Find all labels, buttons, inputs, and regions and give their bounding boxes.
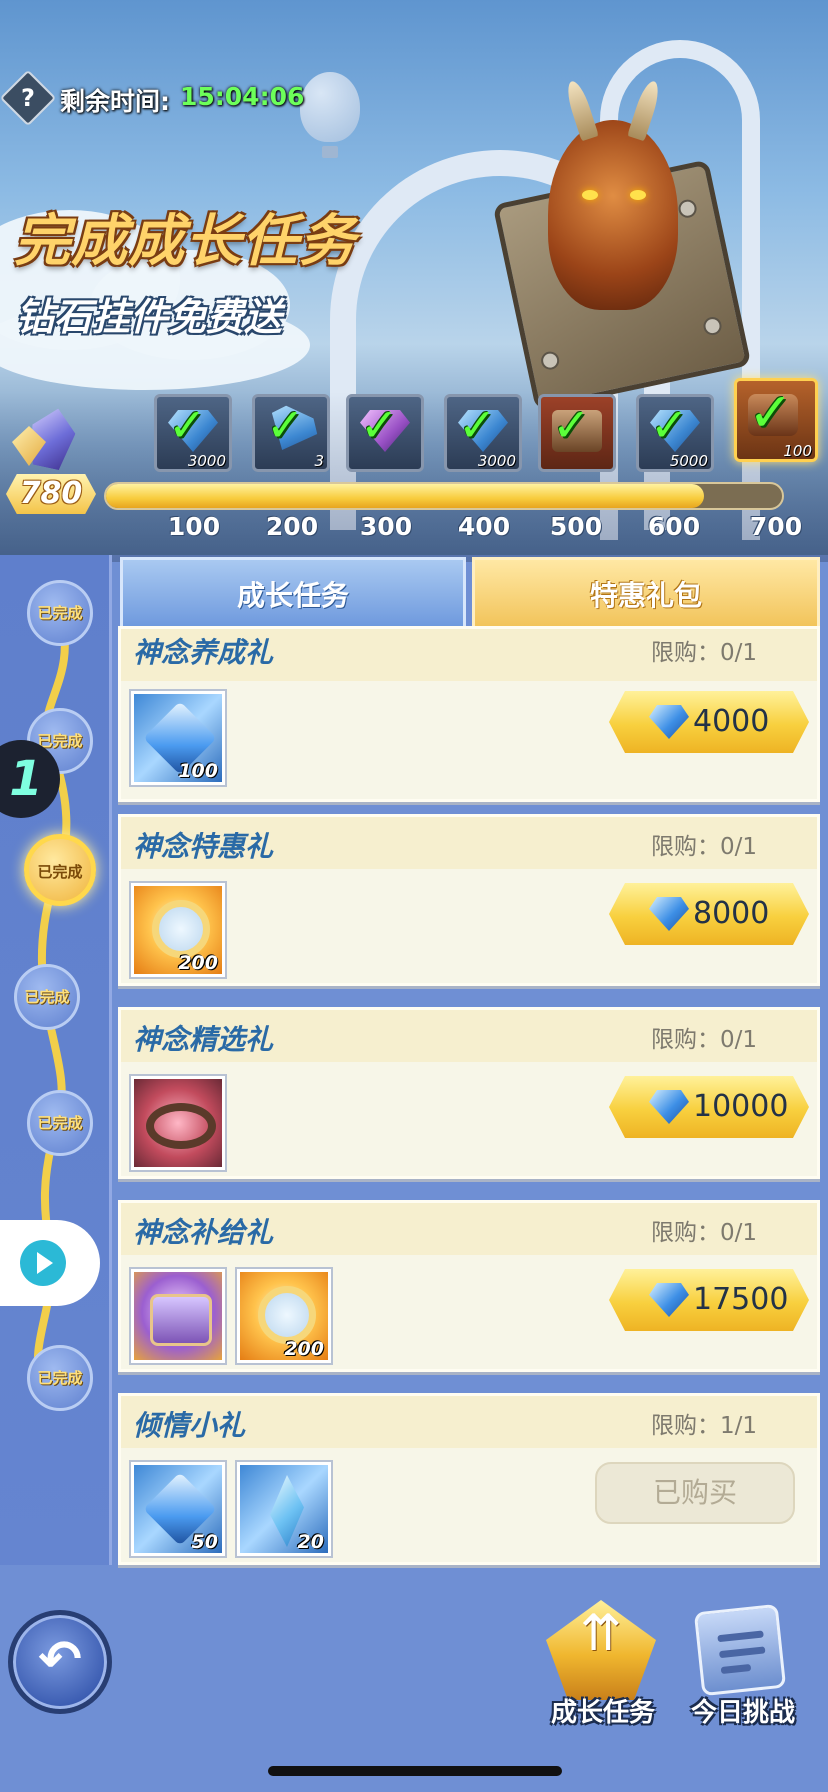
purchase-limit: 限购：1/1 bbox=[650, 1413, 757, 1439]
event-title: 完成成长任务 bbox=[14, 209, 356, 274]
item-slot[interactable] bbox=[131, 1076, 225, 1170]
milestone-reward-700[interactable]: ✓ 100 bbox=[734, 378, 818, 462]
item-slot[interactable] bbox=[131, 1269, 225, 1363]
buy-button[interactable]: 8000 bbox=[609, 883, 809, 945]
item-slot[interactable]: 20 bbox=[237, 1462, 331, 1556]
item-qty: 200 bbox=[284, 1338, 324, 1360]
buy-button[interactable]: 10000 bbox=[609, 1076, 809, 1138]
price-value: 10000 bbox=[693, 1089, 789, 1124]
purchased-button: 已购买 bbox=[595, 1462, 795, 1524]
checkmark-icon: ✓ bbox=[458, 398, 497, 452]
level-value: 780 bbox=[19, 476, 83, 511]
reward-qty: 3000 bbox=[187, 452, 226, 470]
milestone-tick: 400 bbox=[457, 512, 511, 541]
milestone-tick: 300 bbox=[359, 512, 413, 541]
milestone-reward-600[interactable]: ✓ 5000 bbox=[636, 394, 714, 472]
reward-qty: 5000 bbox=[669, 452, 708, 470]
checkmark-icon: ✓ bbox=[266, 398, 305, 452]
treasure-chest-icon bbox=[150, 1294, 212, 1346]
stage-node[interactable]: 已完成 bbox=[27, 1090, 93, 1156]
milestone-tick: 100 bbox=[167, 512, 221, 541]
home-indicator[interactable] bbox=[268, 1766, 562, 1776]
reward-qty: 100 bbox=[783, 442, 812, 460]
milestone-tick: 600 bbox=[647, 512, 701, 541]
buy-button[interactable]: 4000 bbox=[609, 691, 809, 753]
progress-fill bbox=[106, 484, 704, 508]
stage-node[interactable]: 已完成 bbox=[27, 1345, 93, 1411]
milestone-tick: 500 bbox=[549, 512, 603, 541]
pack-title: 倾情小礼 bbox=[133, 1409, 246, 1442]
pack-card: 神念精选礼 限购：0/1 10000 bbox=[118, 1007, 820, 1179]
nav-daily-challenge[interactable]: 今日挑战 bbox=[676, 1692, 810, 1729]
event-subtitle: 钻石挂件免费送 bbox=[16, 295, 283, 339]
tab-growth-tasks[interactable]: 成长任务 bbox=[120, 557, 466, 629]
milestone-tick: 200 bbox=[265, 512, 319, 541]
checkmark-icon: ✓ bbox=[552, 398, 591, 452]
reward-qty: 3000 bbox=[477, 452, 516, 470]
mirror-icon bbox=[258, 1286, 316, 1344]
nav-growth-tasks[interactable]: 成长任务 bbox=[536, 1692, 670, 1729]
help-icon[interactable]: ? bbox=[8, 78, 48, 118]
purchase-limit: 限购：0/1 bbox=[650, 1027, 757, 1053]
item-qty: 50 bbox=[191, 1531, 218, 1553]
price-value: 4000 bbox=[693, 704, 770, 739]
item-slot[interactable]: 200 bbox=[237, 1269, 331, 1363]
buy-button[interactable]: 17500 bbox=[609, 1269, 809, 1331]
item-slot[interactable]: 50 bbox=[131, 1462, 225, 1556]
purchase-limit: 限购：0/1 bbox=[650, 1220, 757, 1246]
play-icon[interactable] bbox=[20, 1240, 66, 1286]
crystal-level-icon bbox=[12, 404, 92, 478]
diamond-icon bbox=[649, 897, 689, 931]
pack-card: 倾情小礼 限购：1/1 50 20 已购买 bbox=[118, 1393, 820, 1565]
tab-special-packs[interactable]: 特惠礼包 bbox=[472, 557, 820, 629]
milestone-tick: 700 bbox=[749, 512, 803, 541]
milestone-reward-400[interactable]: ✓ 3000 bbox=[444, 394, 522, 472]
trident-icon[interactable]: ⇈ bbox=[546, 1604, 656, 1662]
diamond-icon bbox=[649, 1090, 689, 1124]
checkmark-icon: ✓ bbox=[168, 398, 207, 452]
pack-card: 神念补给礼 限购：0/1 200 17500 bbox=[118, 1200, 820, 1372]
pack-title: 神念特惠礼 bbox=[133, 830, 274, 863]
milestone-reward-100[interactable]: ✓ 3000 bbox=[154, 394, 232, 472]
checkmark-icon: ✓ bbox=[650, 398, 689, 452]
price-value: 8000 bbox=[693, 896, 770, 931]
item-qty: 20 bbox=[297, 1531, 324, 1553]
milestone-reward-500[interactable]: ✓ bbox=[538, 394, 616, 472]
pack-card: 神念养成礼 限购：0/1 100 4000 bbox=[118, 626, 820, 802]
thorn-crown-icon bbox=[146, 1103, 216, 1149]
stage-node[interactable]: 已完成 bbox=[14, 964, 80, 1030]
stage-node-current[interactable]: 已完成 bbox=[24, 834, 96, 906]
pack-title: 神念补给礼 bbox=[133, 1216, 274, 1249]
milestone-reward-300[interactable]: ✓ bbox=[346, 394, 424, 472]
item-qty: 200 bbox=[178, 952, 218, 974]
milestone-reward-200[interactable]: ✓ 3 bbox=[252, 394, 330, 472]
item-slot[interactable]: 100 bbox=[131, 691, 225, 785]
purchase-limit: 限购：0/1 bbox=[650, 640, 757, 666]
remaining-time-value: 15:04:06 bbox=[180, 82, 305, 111]
diamond-icon bbox=[649, 705, 689, 739]
pack-title: 神念精选礼 bbox=[133, 1023, 274, 1056]
checkmark-icon: ✓ bbox=[748, 381, 794, 444]
floating-assistant-badge[interactable]: 1 bbox=[0, 740, 56, 818]
diamond-icon bbox=[649, 1283, 689, 1317]
price-value: 17500 bbox=[693, 1282, 789, 1317]
pack-title: 神念养成礼 bbox=[133, 636, 274, 669]
checkmark-icon: ✓ bbox=[360, 398, 399, 452]
purchase-limit: 限购：0/1 bbox=[650, 834, 757, 860]
mirror-icon bbox=[152, 900, 210, 958]
dragon-head-icon bbox=[548, 78, 678, 310]
remaining-time-label: 剩余时间: bbox=[60, 87, 170, 116]
item-slot[interactable]: 200 bbox=[131, 883, 225, 977]
back-arrow-icon[interactable]: ↶ bbox=[8, 1610, 112, 1714]
item-qty: 100 bbox=[178, 760, 218, 782]
stage-node[interactable]: 已完成 bbox=[27, 580, 93, 646]
daily-challenge-icon[interactable] bbox=[693, 1603, 787, 1697]
reward-qty: 3 bbox=[314, 452, 324, 470]
pack-card: 神念特惠礼 限购：0/1 200 8000 bbox=[118, 814, 820, 986]
